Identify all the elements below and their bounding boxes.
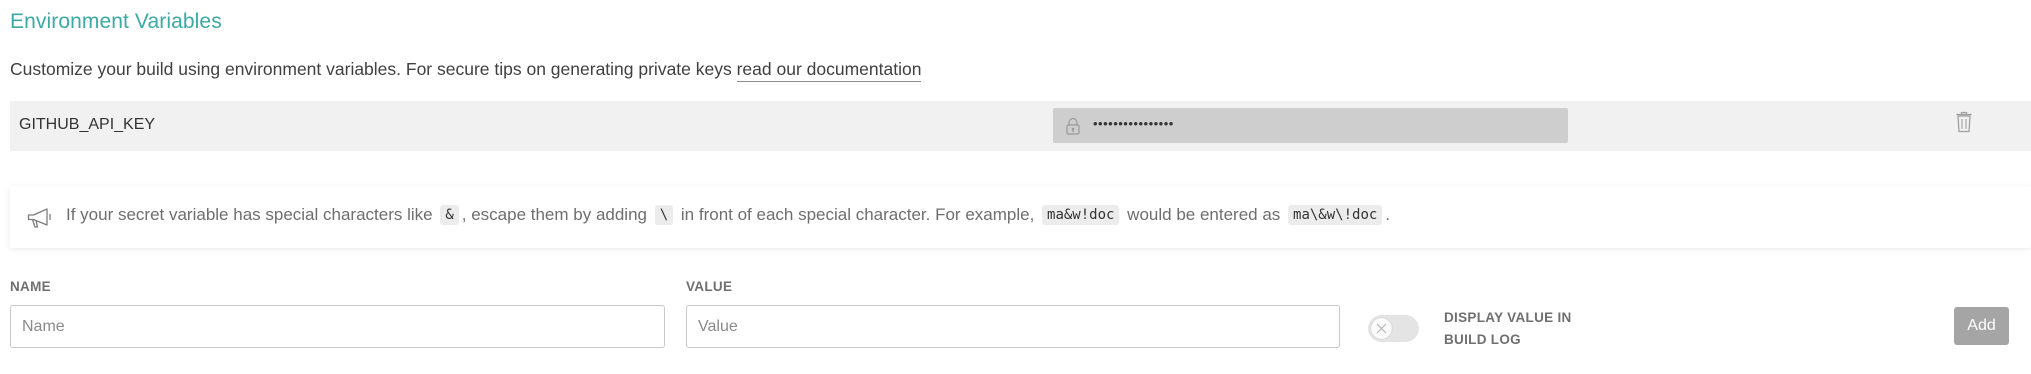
- description-text: Customize your build using environment v…: [10, 59, 737, 79]
- section-description: Customize your build using environment v…: [10, 59, 922, 82]
- value-input[interactable]: [686, 305, 1340, 348]
- masked-value: ••••••••••••••••: [1093, 116, 1174, 131]
- notice-text-part: in front of each special character. For …: [676, 205, 1040, 224]
- add-button[interactable]: Add: [1954, 307, 2009, 345]
- notice-text-part: would be entered as: [1122, 205, 1286, 224]
- section-title: Environment Variables: [10, 10, 222, 33]
- env-variable-row: GITHUB_API_KEY ••••••••••••••••: [10, 101, 2031, 151]
- env-variable-value-masked: ••••••••••••••••: [1053, 108, 1568, 143]
- notice-text-part: If your secret variable has special char…: [66, 205, 438, 224]
- code-example-raw: ma&w!doc: [1042, 205, 1120, 225]
- display-value-label: DISPLAY VALUE IN BUILD LOG: [1444, 307, 1594, 351]
- documentation-link[interactable]: read our documentation: [736, 59, 922, 82]
- display-value-label-line2: BUILD LOG: [1444, 332, 1521, 347]
- notice-text: If your secret variable has special char…: [66, 205, 1390, 225]
- code-backslash: \: [654, 205, 674, 225]
- name-input[interactable]: [10, 305, 665, 348]
- special-characters-notice: If your secret variable has special char…: [10, 186, 2031, 248]
- close-icon: [1376, 323, 1387, 334]
- code-example-escaped: ma\&w\!doc: [1288, 205, 1383, 225]
- value-label: VALUE: [686, 279, 733, 294]
- display-value-label-line1: DISPLAY VALUE IN: [1444, 310, 1572, 325]
- notice-text-part: , escape them by adding: [461, 205, 652, 224]
- trash-icon[interactable]: [1955, 111, 1973, 133]
- name-label: NAME: [10, 279, 51, 294]
- toggle-knob: [1371, 318, 1392, 339]
- display-value-toggle[interactable]: [1368, 315, 1419, 342]
- megaphone-icon: [27, 208, 51, 228]
- env-variable-name: GITHUB_API_KEY: [19, 116, 156, 133]
- code-ampersand: &: [440, 205, 459, 225]
- notice-text-part: .: [1385, 205, 1391, 224]
- lock-icon: [1066, 117, 1080, 135]
